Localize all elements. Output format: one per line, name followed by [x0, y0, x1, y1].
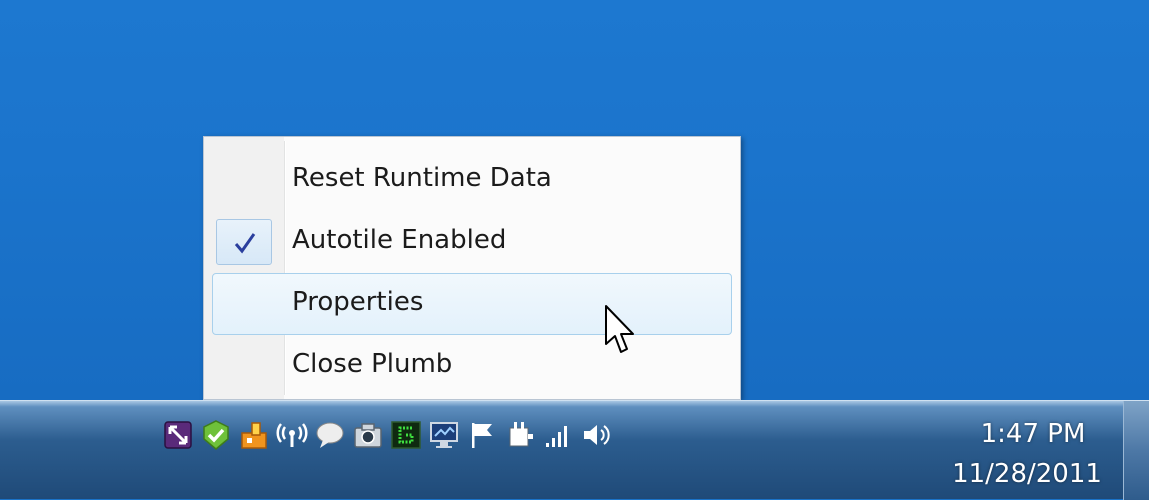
resize-app-icon[interactable] — [162, 419, 194, 451]
menu-item-label: Autotile Enabled — [292, 225, 507, 255]
action-center-flag-icon[interactable] — [466, 419, 498, 451]
chat-bubble-icon[interactable] — [314, 419, 346, 451]
menu-item-properties[interactable]: Properties — [212, 273, 732, 335]
green-monitor-icon[interactable] — [390, 419, 422, 451]
menu-item-autotile-enabled[interactable]: Autotile Enabled — [212, 211, 732, 273]
wireless-icon[interactable] — [276, 419, 308, 451]
menu-item-label: Close Plumb — [292, 349, 453, 379]
show-desktop-button[interactable] — [1123, 401, 1149, 500]
clock-date[interactable]: 11/28/2011 — [944, 459, 1110, 489]
menu-item-label: Properties — [292, 287, 424, 317]
menu-item-close-plumb[interactable]: Close Plumb — [212, 335, 732, 397]
camera-icon[interactable] — [352, 419, 384, 451]
mouse-cursor-icon — [605, 305, 634, 353]
taskbar: 1:47 PM 11/28/2011 — [0, 400, 1149, 500]
menu-item-reset-runtime-data[interactable]: Reset Runtime Data — [212, 149, 732, 211]
orange-app-icon[interactable] — [238, 419, 270, 451]
menu-item-label: Reset Runtime Data — [292, 163, 552, 193]
clock-time[interactable]: 1:47 PM — [956, 419, 1110, 449]
power-plug-icon[interactable] — [504, 419, 536, 451]
checkmark-indicator — [216, 219, 272, 265]
checkmark-icon — [234, 233, 256, 254]
tray-context-menu: Reset Runtime Data Autotile Enabled Prop… — [203, 136, 741, 400]
volume-icon[interactable] — [580, 419, 612, 451]
green-check-app-icon[interactable] — [200, 419, 232, 451]
signal-bars-icon[interactable] — [542, 419, 574, 451]
display-icon[interactable] — [428, 419, 460, 451]
